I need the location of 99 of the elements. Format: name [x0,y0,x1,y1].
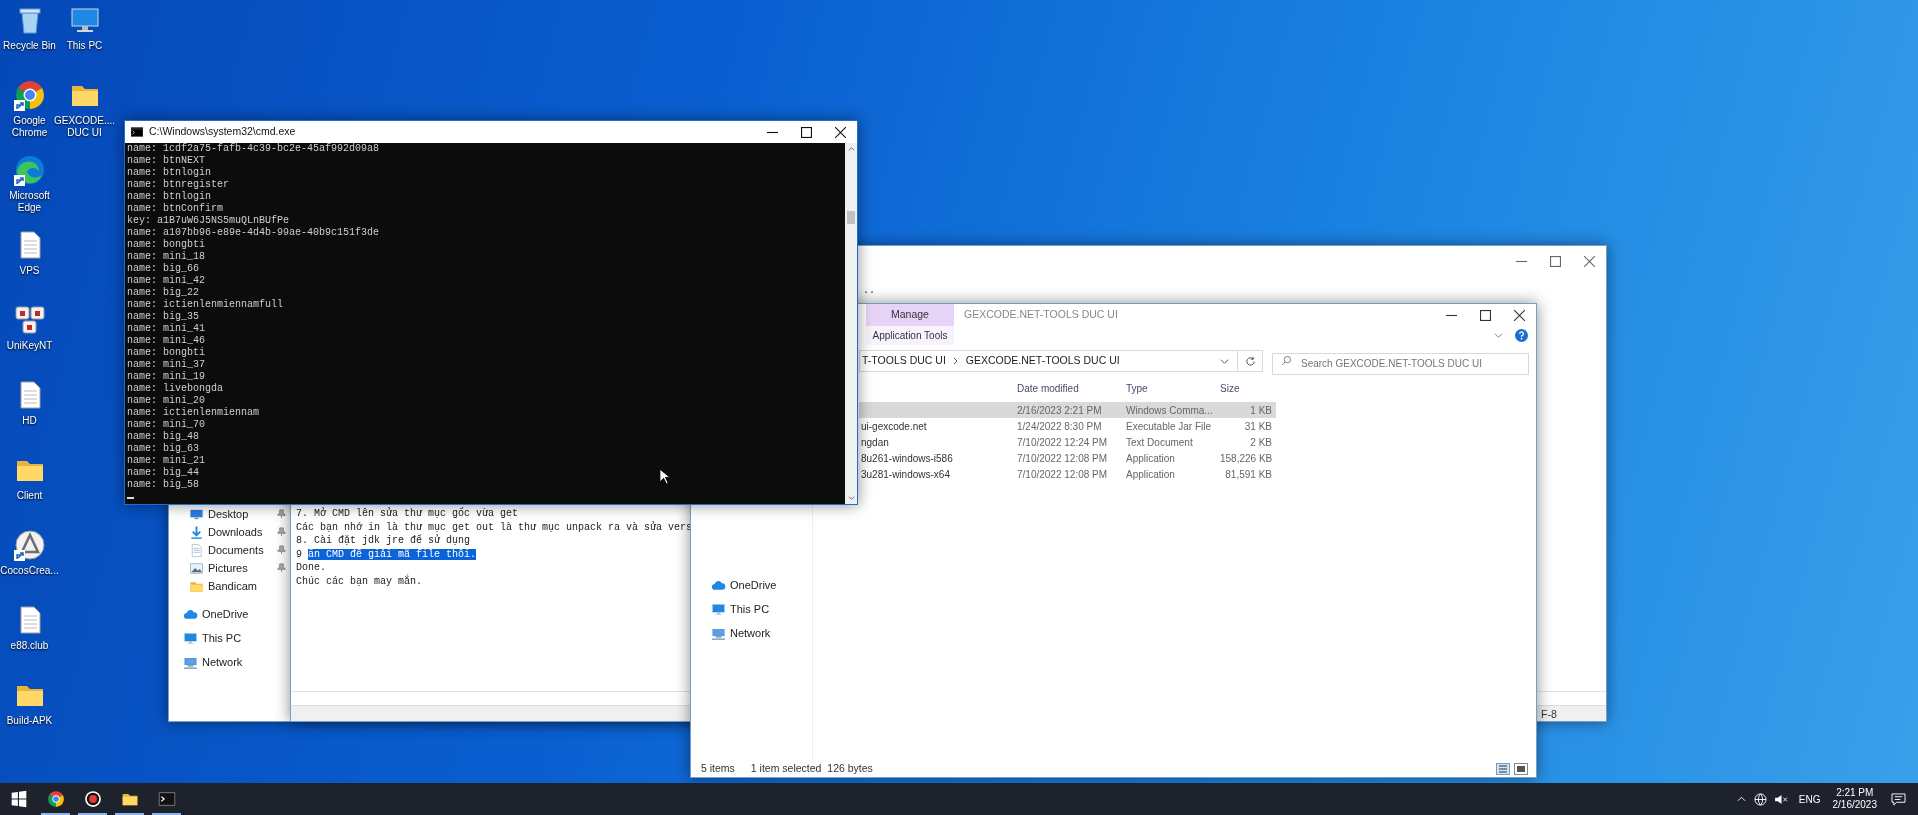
desktop-icon-label[interactable]: CocosCrea... [0,565,59,577]
console-line: name: mini_70 [127,419,205,431]
column-header[interactable]: Size [1216,380,1276,396]
item-count: 5 items [701,760,735,776]
clock[interactable]: 2:21 PM 2/16/2023 [1832,787,1877,811]
console-line: name: btnNEXT [127,155,205,167]
file-type: Text Document [1125,435,1194,450]
desktop-icon-label[interactable]: HD [22,415,37,427]
desktop-icon-label[interactable]: VPS [19,265,40,277]
desktop-icon-label[interactable]: Build-APK [6,715,53,727]
desktop-icon-label[interactable]: This PC [66,40,103,52]
console-line: name: bongbti [127,347,205,359]
console-line: name: big_44 [127,467,199,479]
file-size: 2 KB [1249,435,1273,450]
console-line: name: mini_42 [127,275,205,287]
desktop-icon-label[interactable]: e88.club [10,640,49,652]
nav-item[interactable]: Network [691,621,812,645]
selection-info: 1 item selected 126 bytes [750,760,873,776]
address-bar[interactable]: T-TOOLS DUC UI GEXCODE.NET-TOOLS DUC UI [859,350,1238,372]
console-line: name: btnConfirm [127,203,223,215]
file-row[interactable]: ui-gexcode.net 1/24/2022 8:30 PM Executable Jar File 31 KB [859,418,1276,434]
file-name: ui-gexcode.net [861,420,927,432]
file-date: 7/10/2022 12:08 PM [1016,451,1109,466]
desktop-icon-label[interactable]: Recycle Bin [3,40,56,52]
ribbon-tab[interactable]: Manage [866,304,954,326]
breadcrumb-item[interactable]: GEXCODE.NET-TOOLS DUC UI [965,353,1120,369]
console-line: name: ictienlenmiennam [127,407,260,419]
nav-item[interactable]: Downloads [169,523,291,541]
file-name: ngdan [861,436,889,448]
nav-item[interactable]: OneDrive [691,573,812,597]
window-title: C:\Windows\system32\cmd.exe [149,124,297,140]
file-name: 8u261-windows-i586 [861,452,953,464]
nav-item[interactable]: Documents [169,541,291,559]
desktop-icon-label[interactable]: Microsoft Edge [9,190,50,214]
document-line: 9 [296,548,303,560]
file-date: 7/10/2022 12:08 PM [1016,467,1109,482]
console-line: name: mini_18 [127,251,205,263]
nav-item[interactable]: OneDrive [169,602,291,626]
document-line: Done. [296,561,326,575]
nav-item[interactable]: This PC [169,626,291,650]
console-line: name: btnlogin [127,167,211,179]
console-line: name: big_63 [127,443,199,455]
document-line: Chúc các bạn may mắn. [296,574,423,588]
console-line: name: livebongda [127,383,223,395]
console-line: name: mini_37 [127,359,205,371]
file-date: 2/16/2023 2:21 PM [1016,403,1103,418]
console-line: name: a107bb96-e89e-4d4b-99ae-40b9c151f3de [127,227,380,239]
column-header[interactable]: Type [1122,380,1216,396]
nav-item[interactable]: Desktop [169,505,291,523]
nav-item[interactable]: Bandicam [169,577,291,595]
desktop-icon-label[interactable]: Client [16,490,43,502]
file-date: 7/10/2022 12:24 PM [1016,435,1109,450]
console-line: name: bongbti [127,239,205,251]
file-size: 81,591 KB [1224,467,1273,482]
file-type: Executable Jar File [1125,419,1213,434]
file-type: Application [1125,451,1176,466]
console-line: name: big_22 [127,287,199,299]
console-line: name: mini_19 [127,371,205,383]
file-size: 1 KB [1249,403,1273,418]
window-title: GEXCODE.NET-TOOLS DUC UI [963,307,1119,323]
console-line: name: mini_41 [127,323,205,335]
column-header[interactable]: Date modified [1013,380,1122,396]
desktop-icon-label[interactable]: GEXCODE.... DUC UI [53,115,116,139]
nav-item[interactable]: Pictures [169,559,291,577]
console-line: name: ictienlenmiennamfull [127,299,284,311]
file-row[interactable]: 8u261-windows-i586 7/10/2022 12:08 PM Application 158,226 KB [859,450,1276,466]
file-size: 158,226 KB [1219,451,1274,466]
console-line: name: 1cdf2a75-fafb-4c39-bc2e-45af992d09a8 [127,143,380,155]
desktop-icon-label[interactable]: Google Chrome [11,115,48,139]
file-type: Windows Comma... [1125,403,1214,418]
file-row[interactable]: 3u281-windows-x64 7/10/2022 12:08 PM Application 81,591 KB [859,466,1276,482]
console-line: name: mini_21 [127,455,205,467]
file-row[interactable]: 2/16/2023 2:21 PM Windows Comma... 1 KB [859,402,1276,418]
status-text: F-8 [1541,707,1557,722]
file-type: Application [1125,467,1176,482]
search-field[interactable]: Search GEXCODE.NET-TOOLS DUC UI [1272,352,1529,375]
file-name: 3u281-windows-x64 [861,468,950,480]
nav-item[interactable]: This PC [691,597,812,621]
console-line: name: mini_20 [127,395,205,407]
file-date: 1/24/2022 8:30 PM [1016,419,1103,434]
desktop-icon-label[interactable]: UniKeyNT [6,340,53,352]
language-indicator[interactable]: ENG [1798,791,1821,807]
breadcrumb-item[interactable]: T-TOOLS DUC UI [862,353,946,369]
console-line: key: a1B7uW6J5NS5muQLnBUfPe [127,215,290,227]
selected-text: ấn CMD để giải mã file thôi. [308,548,477,560]
console-line: name: btnlogin [127,191,211,203]
console-line: name: big_35 [127,311,199,323]
file-size: 31 KB [1243,419,1273,434]
document-line: 8. Cài đặt jdk jre để sử dụng [296,534,471,548]
console-line: name: big_58 [127,479,199,491]
nav-item[interactable]: Network [169,650,291,674]
document-line: 7. Mở CMD lên sửa thư mục gốc vừa get [296,507,519,521]
file-row[interactable]: ngdan 7/10/2022 12:24 PM Text Document 2 KB [859,434,1276,450]
console-line: name: big_48 [127,431,199,443]
console-line: name: btnregister [127,179,230,191]
ribbon-tab-subtitle: Application Tools [866,326,954,345]
console-line: name: mini_46 [127,335,205,347]
console-line: name: big_66 [127,263,199,275]
document-text: .. [863,284,875,298]
